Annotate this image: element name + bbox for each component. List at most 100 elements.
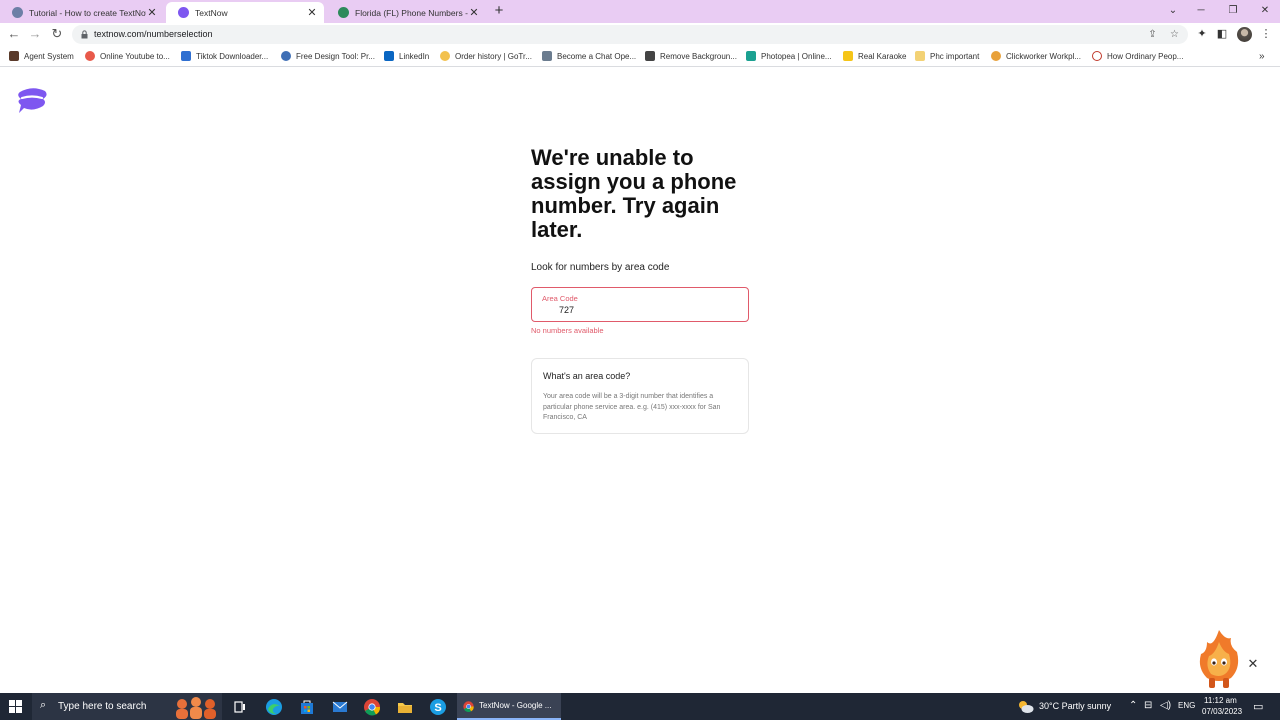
restore-icon[interactable]: ❐ xyxy=(1222,3,1244,19)
bookmark-label: Agent System xyxy=(24,51,74,61)
more-bookmarks-chevron-icon[interactable]: » xyxy=(1259,49,1265,63)
bookmark-favicon-icon xyxy=(9,51,19,61)
tray-chevron-up-icon[interactable]: ⌃ xyxy=(1129,700,1137,711)
area-code-input[interactable]: 727 xyxy=(559,305,574,315)
mail-icon[interactable] xyxy=(330,697,350,717)
lock-icon xyxy=(81,30,88,39)
language-indicator[interactable]: ENG xyxy=(1178,701,1195,710)
bookmark-favicon-icon xyxy=(1092,51,1102,61)
bookmark-label: Photopea | Online... xyxy=(761,51,832,61)
bookmark-item[interactable]: Order history | GoTr... xyxy=(440,49,532,63)
weather-text[interactable]: 30°C Partly sunny xyxy=(1039,701,1111,711)
bookmark-label: Online Youtube to... xyxy=(100,51,170,61)
bookmark-favicon-icon xyxy=(440,51,450,61)
bookmark-item[interactable]: Real Karaoke xyxy=(843,49,906,63)
edge-icon[interactable] xyxy=(264,697,284,717)
close-window-icon[interactable]: ✕ xyxy=(1254,3,1276,19)
bookmark-item[interactable]: Free Design Tool: Pr... xyxy=(281,49,375,63)
minimize-icon[interactable]: ─ xyxy=(1190,3,1212,19)
microsoft-store-icon[interactable] xyxy=(297,697,317,717)
info-body: Your area code will be a 3-digit number … xyxy=(543,393,721,421)
bookmark-item[interactable]: How Ordinary Peop... xyxy=(1092,49,1183,63)
page-title: We're unable to assign you a phone numbe… xyxy=(531,145,737,242)
bookmark-label: Remove Backgroun... xyxy=(660,51,737,61)
bookmark-label: Become a Chat Ope... xyxy=(557,51,637,61)
bookmark-favicon-icon xyxy=(281,51,291,61)
bookmark-label: Real Karaoke xyxy=(858,51,907,61)
bookmark-label: How Ordinary Peop... xyxy=(1107,51,1184,61)
textnow-logo[interactable] xyxy=(16,86,48,116)
side-panel-icon[interactable]: ◧ xyxy=(1215,27,1229,41)
bookmark-item[interactable]: Phc important xyxy=(915,49,979,63)
volume-icon[interactable]: ◁) xyxy=(1160,700,1171,711)
bookmark-item[interactable]: Clickworker Workpl... xyxy=(991,49,1081,63)
chrome-icon[interactable] xyxy=(362,697,382,717)
notifications-icon[interactable]: ▭ xyxy=(1253,700,1263,713)
tab-tutorial[interactable]: Tutorial - How to create TextNow ✕ xyxy=(0,2,164,23)
share-icon[interactable]: ⇪ xyxy=(1146,28,1159,41)
file-explorer-icon[interactable] xyxy=(395,697,415,717)
bookmark-favicon-icon xyxy=(991,51,1001,61)
tab-search-chevron-icon[interactable]: ⌄ xyxy=(1162,3,1184,19)
bookmark-label: LinkedIn xyxy=(399,51,430,61)
bookmark-item[interactable]: Become a Chat Ope... xyxy=(542,49,636,63)
weather-partly-sunny-icon xyxy=(1019,701,1034,713)
bookmark-item[interactable]: Photopea | Online... xyxy=(746,49,832,63)
tab-title: Tutorial - How to create TextNow xyxy=(29,7,146,18)
tab-title: Florida (FL) Phone Numbers - Lo xyxy=(355,7,468,18)
bookmark-favicon-icon xyxy=(181,51,191,61)
tab-textnow[interactable]: TextNow ✕ xyxy=(166,2,324,23)
bookmark-star-icon[interactable]: ☆ xyxy=(1168,28,1181,41)
bookmark-label: Tiktok Downloader... xyxy=(196,51,269,61)
menu-kebab-icon[interactable]: ⋮ xyxy=(1259,27,1273,41)
bookmark-label: Clickworker Workpl... xyxy=(1006,51,1081,61)
bookmark-item[interactable]: Online Youtube to... xyxy=(85,49,170,63)
bookmarks-bar: Agent System Online Youtube to... Tiktok… xyxy=(0,45,1280,67)
back-icon[interactable]: ← xyxy=(6,26,22,42)
new-tab-icon[interactable]: + xyxy=(490,2,508,20)
clock-time[interactable]: 11:12 am xyxy=(1204,696,1237,705)
close-tab-icon[interactable]: ✕ xyxy=(306,6,318,19)
bookmark-item[interactable]: Agent System xyxy=(9,49,74,63)
bookmark-label: Phc important xyxy=(930,51,980,61)
close-mascot-icon[interactable]: ✕ xyxy=(1245,656,1261,672)
close-tab-icon[interactable]: ✕ xyxy=(468,6,480,19)
close-tab-icon[interactable]: ✕ xyxy=(146,6,158,19)
tab-florida-numbers[interactable]: Florida (FL) Phone Numbers - Lo ✕ xyxy=(326,2,486,23)
fire-mascot-icon[interactable] xyxy=(1195,628,1243,690)
search-highlight-people-icon xyxy=(176,697,216,719)
windows-taskbar: ⌕ Type here to search S TextNow - Google xyxy=(0,693,1280,720)
info-title: What's an area code? xyxy=(543,371,631,381)
bookmark-item[interactable]: LinkedIn xyxy=(384,49,429,63)
taskbar-search[interactable]: ⌕ Type here to search xyxy=(32,693,222,720)
windows-start-icon[interactable] xyxy=(9,700,22,713)
bookmark-item[interactable]: Tiktok Downloader... xyxy=(181,49,268,63)
browser-toolbar: ← → ↻ textnow.com/numberselection ⇪ ☆ ✦ … xyxy=(0,23,1280,45)
linkedin-icon xyxy=(384,51,394,61)
active-window-title: TextNow - Google ... xyxy=(479,701,552,710)
extensions-puzzle-icon[interactable]: ✦ xyxy=(1195,27,1209,41)
network-icon[interactable]: ⊟ xyxy=(1144,700,1152,711)
skype-icon[interactable]: S xyxy=(428,697,448,717)
reload-icon[interactable]: ↻ xyxy=(49,26,65,42)
taskbar-active-chrome-window[interactable]: TextNow - Google ... xyxy=(457,693,561,720)
chrome-icon xyxy=(463,701,474,713)
area-code-info-card: What's an area code? Your area code will… xyxy=(531,358,749,434)
taskbar-search-placeholder: Type here to search xyxy=(58,701,147,712)
task-view-icon[interactable] xyxy=(230,697,250,717)
url-text: textnow.com/numberselection xyxy=(94,29,213,39)
bookmark-label: Order history | GoTr... xyxy=(455,51,532,61)
profile-avatar[interactable] xyxy=(1237,27,1252,42)
bookmark-favicon-icon xyxy=(645,51,655,61)
address-bar[interactable]: textnow.com/numberselection ⇪ ☆ xyxy=(72,25,1188,44)
bookmark-favicon-icon xyxy=(746,51,756,61)
clock-date[interactable]: 07/03/2023 xyxy=(1202,707,1242,716)
folder-icon xyxy=(915,51,925,61)
area-code-field[interactable]: Area Code 727 xyxy=(531,287,749,322)
browser-tab-strip: Tutorial - How to create TextNow ✕ TextN… xyxy=(0,0,1280,23)
bookmark-item[interactable]: Remove Backgroun... xyxy=(645,49,737,63)
area-code-label: Area Code xyxy=(542,294,578,303)
bookmark-label: Free Design Tool: Pr... xyxy=(296,51,375,61)
bookmark-favicon-icon xyxy=(85,51,95,61)
forward-icon[interactable]: → xyxy=(27,26,43,42)
